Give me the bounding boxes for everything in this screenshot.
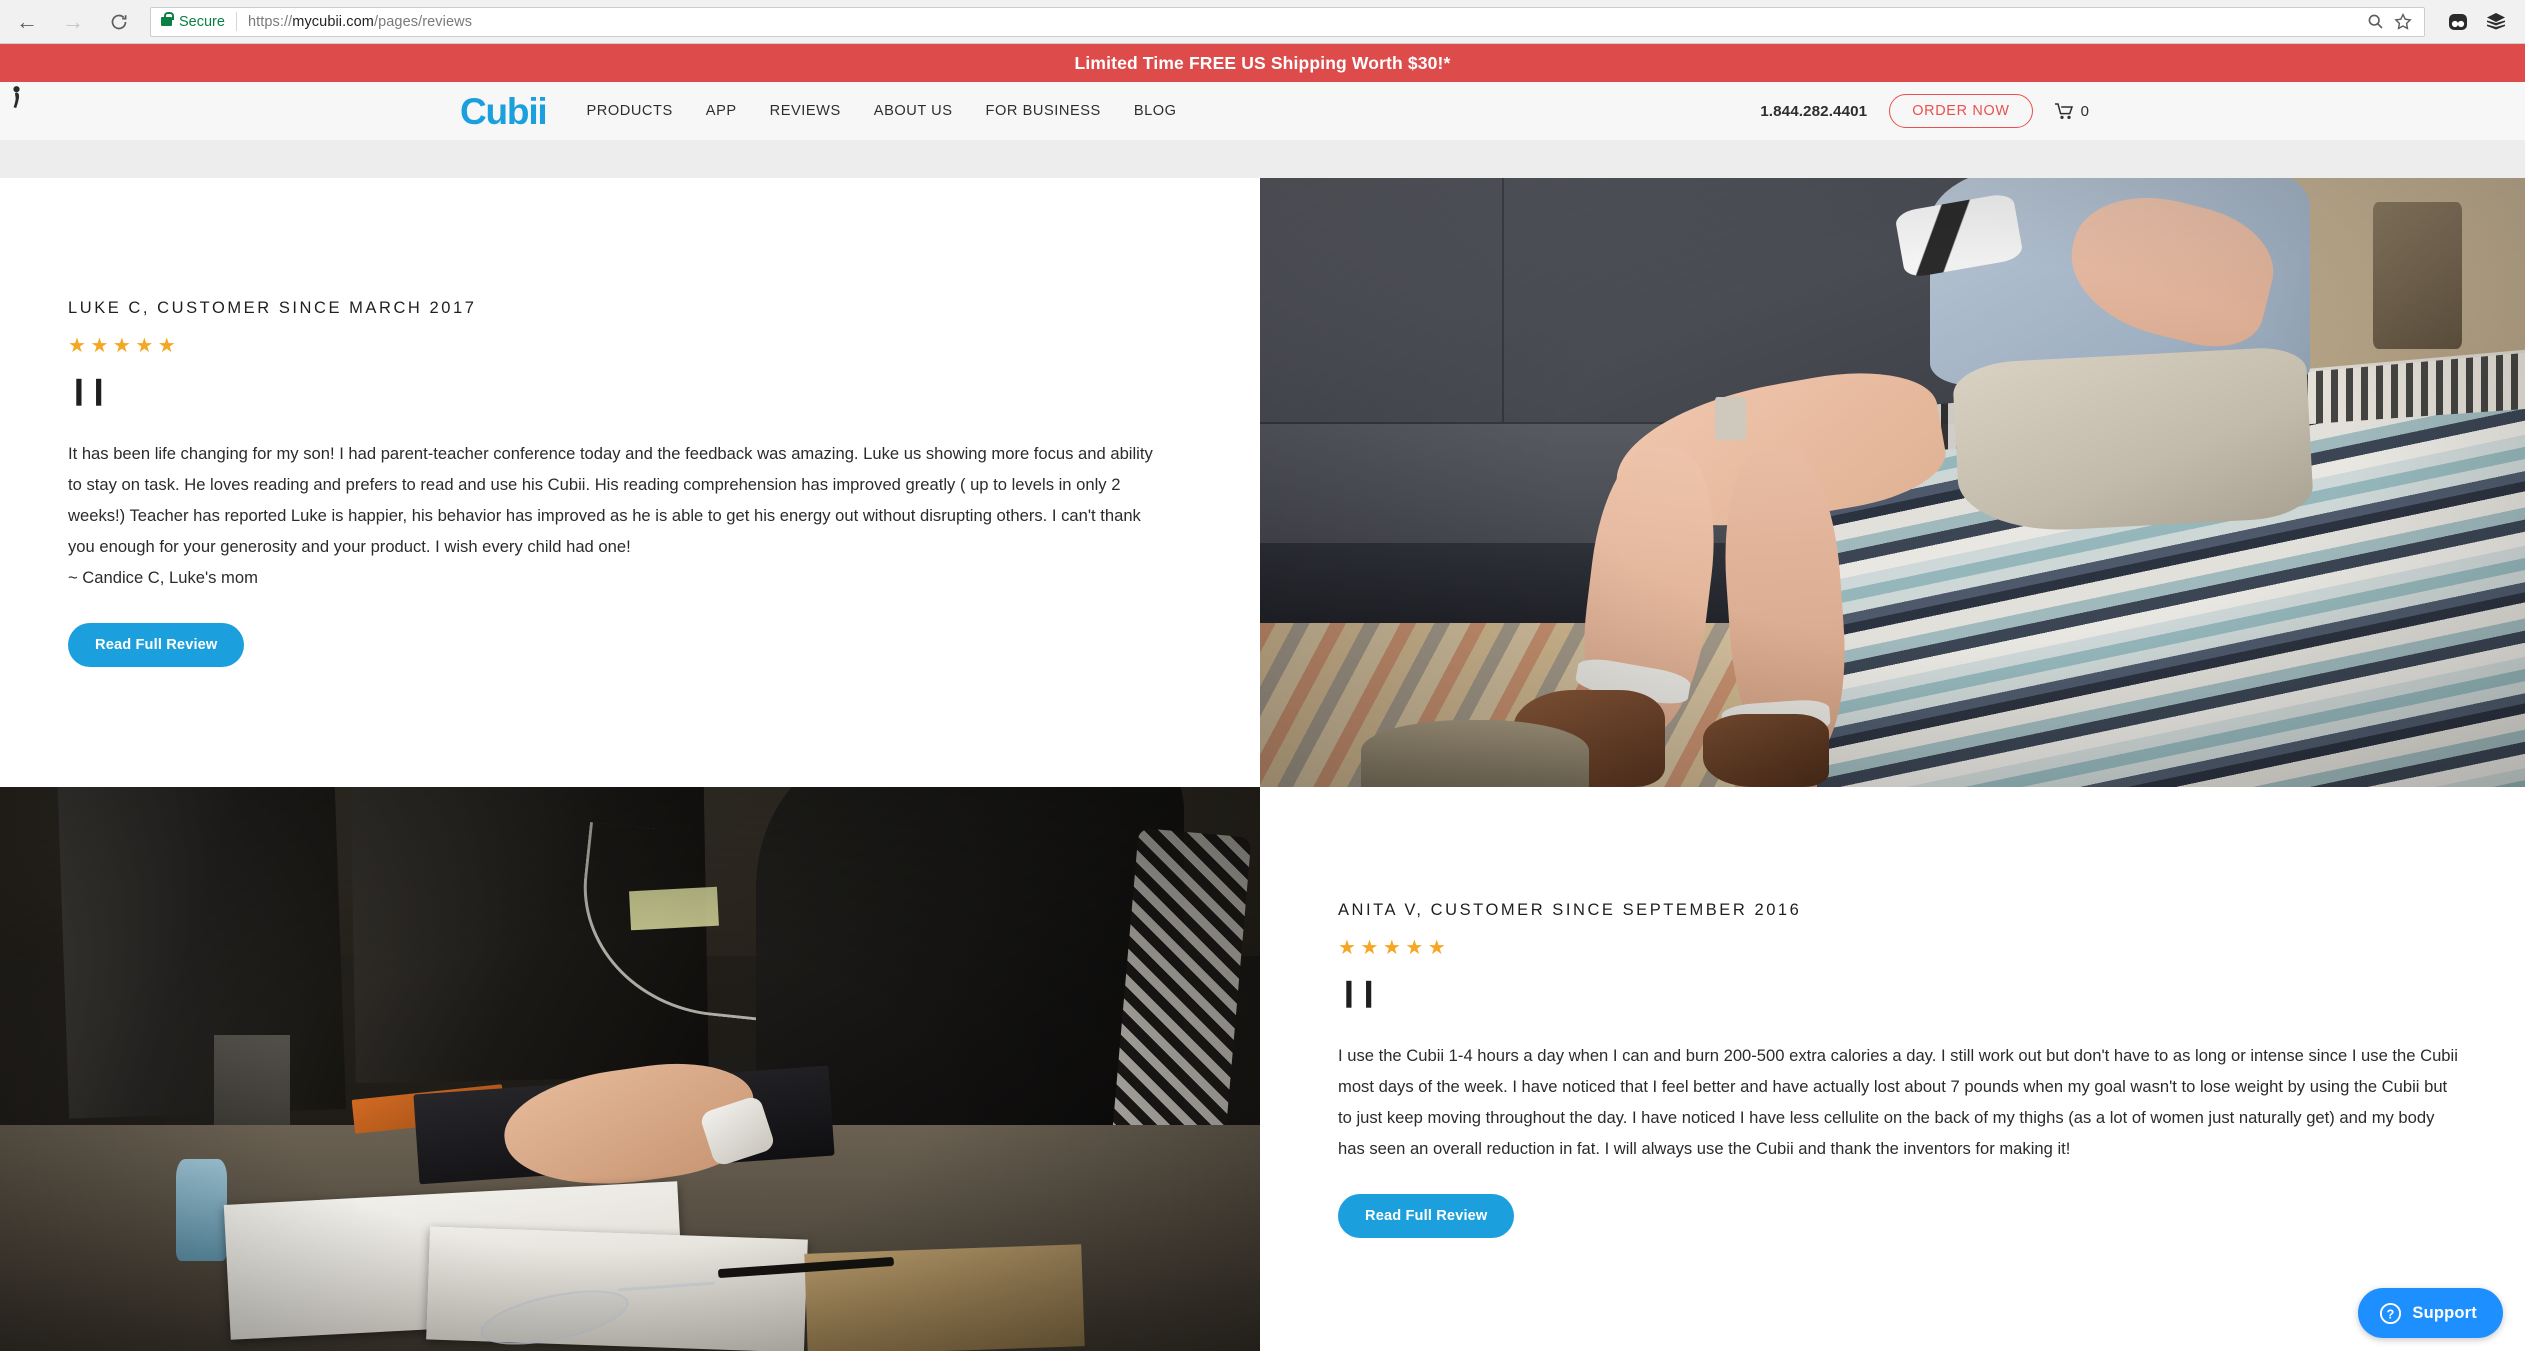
browser-nav-buttons: ← → (14, 9, 132, 35)
star-icon: ★ (157, 334, 176, 357)
support-label: Support (2412, 1303, 2477, 1322)
phone-number[interactable]: 1.844.282.4401 (1760, 103, 1867, 120)
photo-office-desk-typing (0, 787, 1260, 1351)
cart-button[interactable]: 0 (2054, 102, 2089, 120)
star-icon: ★ (68, 334, 86, 357)
review-text-pane-1: LUKE C, CUSTOMER SINCE MARCH 2017 ★ ★ ★ … (0, 178, 1260, 787)
header-bottom-strip (0, 140, 2525, 178)
forward-arrow-icon: → (62, 8, 84, 34)
nav-item-reviews[interactable]: REVIEWS (770, 103, 841, 119)
browser-toolbar: ← → Secure https://mycubii.com/pages/rev… (0, 0, 2525, 44)
star-rating-2: ★ ★ ★ ★ ★ (1338, 938, 2463, 958)
promo-banner-text: Limited Time FREE US Shipping Worth $30!… (1074, 52, 1451, 73)
review-section-1: LUKE C, CUSTOMER SINCE MARCH 2017 ★ ★ ★ … (0, 178, 2525, 787)
shopping-cart-icon (2054, 102, 2073, 119)
promo-banner[interactable]: Limited Time FREE US Shipping Worth $30!… (0, 44, 2525, 82)
logo-wordmark: Cubii (460, 90, 548, 132)
url-text: https://mycubii.com/pages/reviews (248, 14, 472, 30)
question-circle-icon: ? (2380, 1302, 2402, 1324)
review-photo-2 (0, 787, 1260, 1351)
security-label: Secure (179, 13, 225, 30)
main-navigation: PRODUCTS APP REVIEWS ABOUT US FOR BUSINE… (586, 103, 1176, 119)
svg-text:?: ? (2387, 1307, 2395, 1321)
star-icon: ★ (135, 334, 154, 357)
review-text-pane-2: ANITA V, CUSTOMER SINCE SEPTEMBER 2016 ★… (1260, 787, 2525, 1351)
review-body-text-1: It has been life changing for my son! I … (68, 443, 1153, 556)
url-host: mycubii.com (292, 13, 374, 30)
star-icon: ★ (112, 334, 131, 357)
star-icon: ★ (1338, 936, 1356, 959)
omnibox-divider (235, 12, 237, 31)
address-bar[interactable]: Secure https://mycubii.com/pages/reviews (150, 6, 2425, 37)
read-full-review-button-2[interactable]: Read Full Review (1338, 1193, 1515, 1238)
review-photo-1 (1260, 178, 2525, 787)
star-icon: ★ (1427, 936, 1446, 959)
back-arrow-icon[interactable]: ← (14, 9, 40, 35)
nav-item-about-us[interactable]: ABOUT US (874, 103, 953, 119)
logo-person-figure-icon (13, 86, 20, 108)
review-author-1: LUKE C, CUSTOMER SINCE MARCH 2017 (68, 298, 477, 317)
url-scheme: https:// (247, 13, 293, 30)
support-widget[interactable]: ? Support (2358, 1288, 2503, 1338)
star-icon: ★ (1360, 936, 1379, 959)
search-zoom-icon[interactable] (2364, 11, 2386, 33)
review-signature-1: ~ Candice C, Luke's mom (68, 567, 258, 587)
quote-mark-icon: ❙❙ (68, 375, 110, 405)
site-header: Cubii PRODUCTS APP REVIEWS ABOUT US FOR … (0, 82, 2525, 140)
url-path: /pages/reviews (373, 13, 473, 30)
star-bookmark-icon[interactable] (2392, 11, 2414, 33)
cart-count: 0 (2080, 102, 2089, 120)
nav-item-app[interactable]: APP (706, 103, 737, 119)
reload-icon[interactable] (106, 9, 132, 35)
star-rating-1: ★ ★ ★ ★ ★ (68, 336, 1160, 356)
review-section-2: ANITA V, CUSTOMER SINCE SEPTEMBER 2016 ★… (0, 787, 2525, 1351)
star-icon: ★ (90, 334, 109, 357)
review-author-2: ANITA V, CUSTOMER SINCE SEPTEMBER 2016 (1338, 900, 1802, 919)
quote-mark-icon: ❙❙ (1338, 977, 1380, 1007)
cubii-logo[interactable]: Cubii (13, 86, 548, 132)
layers-extension-icon[interactable] (2481, 8, 2511, 36)
photo-boy-with-controller (1260, 178, 2525, 787)
header-right-group: 1.844.282.4401 ORDER NOW 0 (1760, 94, 2089, 128)
review-body-2: I use the Cubii 1-4 hours a day when I c… (1338, 1045, 2458, 1158)
star-icon: ★ (1382, 936, 1401, 959)
order-now-button[interactable]: ORDER NOW (1889, 94, 2033, 128)
extension-icon[interactable] (2443, 8, 2473, 36)
review-body-1: It has been life changing for my son! I … (68, 438, 1160, 593)
star-icon: ★ (1405, 936, 1424, 959)
nav-item-products[interactable]: PRODUCTS (586, 103, 672, 119)
read-full-review-button-1[interactable]: Read Full Review (68, 622, 245, 667)
nav-item-for-business[interactable]: FOR BUSINESS (986, 103, 1101, 119)
lock-icon (161, 12, 174, 26)
nav-item-blog[interactable]: BLOG (1134, 103, 1177, 119)
